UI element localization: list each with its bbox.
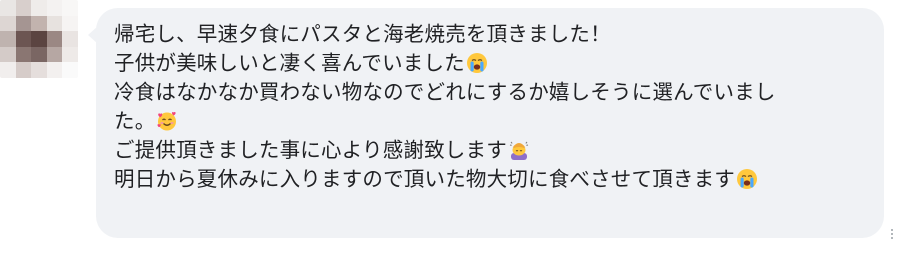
chat-message-row: 帰宅し、早速夕食にパスタと海老焼売を頂きました！ 子供が美味しいと凄く喜んでいま… [0, 0, 899, 257]
message-line-1: 帰宅し、早速夕食にパスタと海老焼売を頂きました！ [114, 20, 864, 49]
message-line-5: ご提供頂きました事に心より感謝致します [114, 136, 864, 165]
crying-face-icon [737, 169, 757, 189]
message-text-4: た。 [114, 109, 156, 133]
smiling-face-with-hearts-icon [157, 112, 177, 131]
message-line-3: 冷食はなかなか買わない物なのでどれにするか嬉しそうに選んでいまし [114, 78, 864, 107]
sender-avatar[interactable] [0, 0, 78, 78]
message-text-2: 子供が美味しいと凄く喜んでいました [114, 51, 465, 75]
message-line-4: た。 [114, 107, 864, 136]
message-line-6: 明日から夏休みに入りますので頂いた物大切に食べさせて頂きます [114, 165, 864, 194]
message-text-5: ご提供頂きました事に心より感謝致します [114, 138, 507, 162]
crying-face-icon [466, 53, 487, 73]
person-bowing-icon [509, 141, 529, 160]
message-text-3: 冷食はなかなか買わない物なのでどれにするか嬉しそうに選んでいまし [114, 80, 776, 104]
message-text-1: 帰宅し、早速夕食にパスタと海老焼売を頂きました！ [114, 22, 611, 46]
message-text-6: 明日から夏休みに入りますので頂いた物大切に食べさせて頂きます [114, 167, 735, 191]
message-bubble[interactable]: 帰宅し、早速夕食にパスタと海老焼売を頂きました！ 子供が美味しいと凄く喜んでいま… [96, 8, 884, 238]
message-line-2: 子供が美味しいと凄く喜んでいました [114, 49, 864, 78]
more-options-icon[interactable] [888, 227, 896, 241]
